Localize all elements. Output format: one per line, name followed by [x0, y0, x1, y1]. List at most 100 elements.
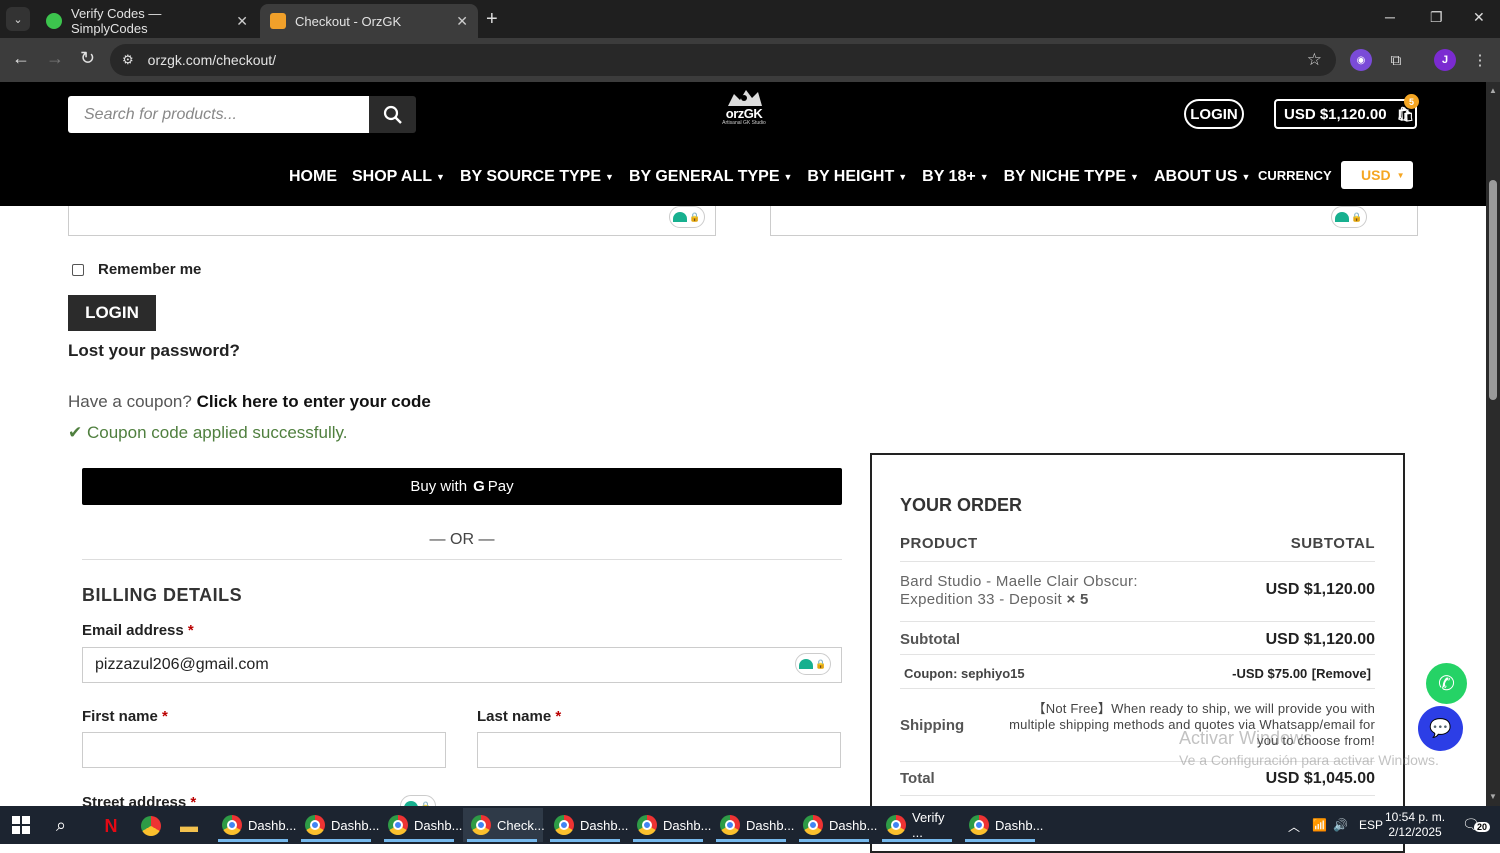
remember-me[interactable]: Remember me [72, 261, 201, 278]
netflix-icon[interactable]: N [100, 815, 122, 837]
password-manager-icon[interactable]: 🔒 [795, 653, 831, 675]
google-pay-button[interactable]: Buy with G Pay [82, 468, 842, 505]
file-explorer-icon[interactable]: ▬ [178, 815, 200, 837]
close-tab-icon[interactable]: ✕ [456, 13, 468, 30]
back-icon[interactable]: ← [12, 48, 30, 69]
currency-select[interactable]: USD ▼ [1341, 161, 1413, 189]
profile-avatar[interactable]: J [1434, 49, 1456, 71]
taskbar-app-checkout[interactable]: Check... [463, 808, 545, 842]
taskbar-app-7[interactable]: Dashb... [712, 808, 794, 842]
chat-button[interactable]: 💬 [1418, 706, 1463, 751]
password-field[interactable] [770, 206, 1418, 236]
chrome-pinned-icon[interactable] [140, 815, 162, 837]
nav-by-18plus[interactable]: BY 18+ ▼ [922, 168, 988, 186]
site-logo[interactable]: orzGK Artisanal GK Studio [712, 88, 776, 134]
page-scrollbar[interactable]: ▲ ▼ [1486, 82, 1500, 806]
remove-coupon-link[interactable]: [Remove] [1312, 666, 1371, 681]
col-product: PRODUCT [900, 535, 978, 552]
nav-by-height[interactable]: BY HEIGHT ▼ [807, 168, 907, 186]
notifications-icon[interactable]: 🗨 20 [1462, 816, 1491, 833]
product-qty: × 5 [1066, 591, 1089, 608]
tab-search-menu-button[interactable]: ⌄ [6, 7, 30, 31]
extension-icon[interactable]: ◉ [1350, 49, 1372, 71]
header-login-button[interactable]: LOGIN [1184, 99, 1244, 129]
extensions-puzzle-icon[interactable]: ⧉ [1385, 49, 1407, 71]
username-field[interactable] [68, 206, 716, 236]
coupon-discount: -USD $75.00 [1232, 666, 1308, 681]
shipping-label: Shipping [900, 717, 965, 734]
minimize-icon[interactable]: ─ [1385, 9, 1395, 25]
simplycodes-favicon-icon [46, 13, 62, 29]
cart-button[interactable]: USD $1,120.00 🛍 [1274, 99, 1417, 129]
language-indicator[interactable]: ESP [1359, 818, 1383, 832]
chevron-down-icon: ▼ [1241, 172, 1251, 182]
browser-toolbar: ← → ↻ ⚙ orzgk.com/checkout/ ☆ ◉ ⧉ J ⋮ [0, 38, 1500, 82]
restore-icon[interactable]: ❐ [1430, 9, 1443, 26]
nav-home[interactable]: HOME [289, 168, 337, 186]
main-navigation: HOME SHOP ALL ▼ BY SOURCE TYPE ▼ BY GENERA… [289, 168, 1265, 186]
forward-icon[interactable]: → [46, 48, 64, 69]
first-name-field[interactable] [82, 732, 446, 768]
app-label: Verify ... [912, 810, 945, 840]
taskbar-app-2[interactable]: Dashb... [297, 808, 379, 842]
required-mark: * [187, 622, 194, 639]
taskbar-app-3[interactable]: Dashb... [380, 808, 462, 842]
windows-start-icon[interactable] [12, 816, 30, 834]
taskbar-app-verify[interactable]: Verify ... [878, 808, 958, 842]
taskbar-app-8[interactable]: Dashb... [795, 808, 877, 842]
search-button[interactable] [369, 96, 416, 133]
nav-by-niche-type[interactable]: BY NICHE TYPE ▼ [1004, 168, 1139, 186]
nav-about-us[interactable]: ABOUT US ▼ [1154, 168, 1250, 186]
windows-taskbar: ⌕ N ▬ Dashb... Dashb... Dashb... Check..… [0, 806, 1500, 844]
whatsapp-button[interactable]: ✆ [1426, 663, 1467, 704]
scroll-up-icon[interactable]: ▲ [1489, 86, 1497, 95]
divider-line [900, 688, 1375, 689]
volume-icon[interactable]: 🔊 [1333, 818, 1348, 832]
browser-menu-icon[interactable]: ⋮ [1469, 49, 1491, 71]
order-header-row: PRODUCT SUBTOTAL [900, 535, 1375, 552]
password-manager-icon[interactable]: 🔒 [669, 206, 705, 228]
lost-password-link[interactable]: Lost your password? [68, 341, 240, 361]
taskbar-search-icon[interactable]: ⌕ [56, 815, 66, 836]
last-name-field[interactable] [477, 732, 841, 768]
total-label: Total [900, 770, 935, 787]
scrollbar-thumb[interactable] [1489, 180, 1497, 400]
tray-chevron-up-icon[interactable]: ︿ [1288, 818, 1300, 835]
coupon-row: Coupon: sephiyo15 -USD $75.00 [Remove] [900, 665, 1375, 683]
bookmark-star-icon[interactable]: ☆ [1307, 50, 1322, 70]
lock-icon: 🔒 [689, 211, 701, 222]
coupon-code-label: Coupon: sephiyo15 [904, 666, 1025, 681]
chevron-down-icon: ▼ [1130, 172, 1139, 182]
taskbar-app-10[interactable]: Dashb... [961, 808, 1043, 842]
coupon-link[interactable]: Click here to enter your code [197, 392, 431, 411]
taskbar-app-6[interactable]: Dashb... [629, 808, 711, 842]
taskbar-app-1[interactable]: Dashb... [214, 808, 296, 842]
taskbar-clock[interactable]: 10:54 p. m. 2/12/2025 [1385, 810, 1445, 840]
new-tab-icon[interactable]: + [486, 8, 498, 31]
password-manager-icon[interactable]: 🔒 [1331, 206, 1367, 228]
nav-by-general-type[interactable]: BY GENERAL TYPE ▼ [629, 168, 792, 186]
product-name: Bard Studio - Maelle Clair Obscur: Exped… [900, 573, 1160, 609]
close-tab-icon[interactable]: ✕ [236, 13, 248, 30]
address-bar[interactable]: ⚙ orzgk.com/checkout/ ☆ [110, 44, 1336, 76]
remember-me-checkbox[interactable] [72, 263, 84, 276]
network-icon[interactable]: 📶 [1312, 818, 1327, 832]
reload-icon[interactable]: ↻ [80, 48, 95, 69]
close-window-icon[interactable]: ✕ [1473, 9, 1485, 26]
email-field[interactable]: pizzazul206@gmail.com [82, 647, 842, 683]
tab-checkout[interactable]: Checkout - OrzGK ✕ [260, 4, 478, 38]
chevron-down-icon: ▼ [436, 172, 445, 182]
tab-simplycodes[interactable]: Verify Codes — SimplyCodes ✕ [36, 4, 258, 38]
scroll-down-icon[interactable]: ▼ [1489, 792, 1497, 801]
lock-icon: 🔒 [1351, 211, 1363, 222]
chrome-icon [720, 815, 740, 835]
site-info-icon[interactable]: ⚙ [122, 52, 134, 68]
cart-count-badge: 5 [1404, 94, 1419, 109]
nav-shop-all[interactable]: SHOP ALL ▼ [352, 168, 445, 186]
login-button[interactable]: LOGIN [68, 295, 156, 331]
nav-by-source-type[interactable]: BY SOURCE TYPE ▼ [460, 168, 614, 186]
chrome-icon [803, 815, 823, 835]
taskbar-app-5[interactable]: Dashb... [546, 808, 628, 842]
browser-tabstrip: ⌄ Verify Codes — SimplyCodes ✕ Checkout … [0, 0, 1500, 38]
product-search-input[interactable]: Search for products... [68, 96, 370, 133]
